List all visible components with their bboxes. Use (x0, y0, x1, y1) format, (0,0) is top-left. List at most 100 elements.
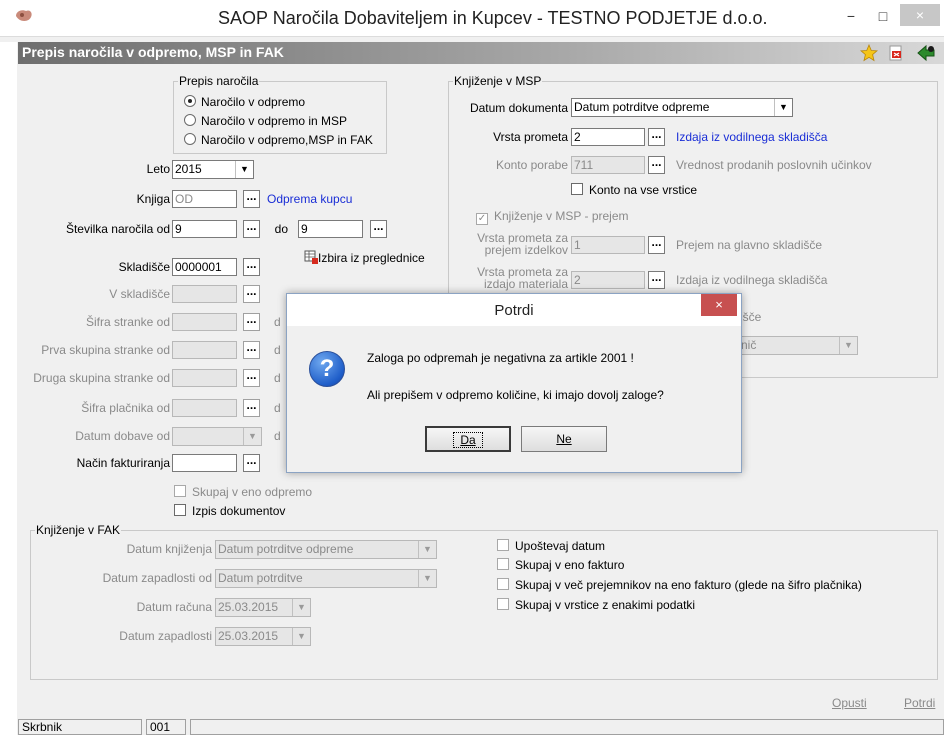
opusti-button[interactable]: Opusti (832, 696, 867, 710)
window-close-button[interactable]: × (900, 4, 940, 26)
vrsta-prometa-description: Izdaja iz vodilnega skladišča (676, 130, 828, 144)
skupaj-odpremo-box[interactable] (174, 485, 186, 497)
sifra-placnika-do-label: d (274, 401, 281, 415)
datum-knjizenja-value: Datum potrditve odpreme (218, 542, 354, 556)
druga-skupina-do-label: d (274, 371, 281, 385)
dialog-yes-button[interactable]: Da (425, 426, 511, 452)
nacin-input[interactable] (172, 454, 237, 472)
radio-odprema-label: Naročilo v odpremo (201, 95, 306, 109)
knjizenje-prejem-checkbox: ✓ Knjiženje v MSP - prejem (476, 209, 629, 225)
datum-dobave-combo: ▼ (172, 427, 262, 446)
vrsta-materiala-lookup-button[interactable]: ... (648, 271, 665, 289)
radio-odprema-msp-label: Naročilo v odpremo in MSP (201, 114, 348, 128)
potrdi-button[interactable]: Potrdi (904, 696, 935, 710)
knjiga-label: Knjiga (136, 192, 170, 206)
upostevaj-datum-checkbox[interactable]: Upoštevaj datum (497, 539, 605, 553)
radio-odprema-msp-fak[interactable]: Naročilo v odpremo,MSP in FAK (184, 133, 373, 147)
chevron-down-icon: ▼ (243, 428, 261, 445)
minimize-button[interactable]: − (838, 6, 864, 26)
vrsta-izdelkov-lookup-button[interactable]: ... (648, 236, 665, 254)
vrsta-izdelkov-input: 1 (571, 236, 645, 254)
izpis-dokumentov-box[interactable] (174, 504, 186, 516)
izpis-dokumentov-label: Izpis dokumentov (192, 504, 286, 518)
sifra-placnika-input (172, 399, 237, 417)
chevron-down-icon[interactable]: ▼ (235, 161, 253, 178)
pdf-icon[interactable] (888, 45, 904, 61)
sifra-stranke-label: Šifra stranke od (85, 315, 170, 329)
dialog-yes-label: Da (453, 432, 483, 448)
prva-skupina-label: Prva skupina stranke od (41, 343, 170, 357)
vrsta-prometa-input[interactable]: 2 (571, 128, 645, 146)
prepis-group-legend: Prepis naročila (179, 74, 259, 88)
datum-zapadlosti-od-label: Datum zapadlosti od (102, 571, 212, 585)
upostevaj-datum-label: Upoštevaj datum (515, 539, 606, 553)
izbira-button[interactable]: Izbira iz preglednice (304, 250, 425, 265)
datum-knjizenja-label: Datum knjiženja (126, 542, 212, 556)
konto-vse-checkbox[interactable]: Konto na vse vrstice (571, 183, 697, 197)
vrsta-materiala-description: Izdaja iz vodilnega skladišča (676, 273, 828, 287)
exit-icon[interactable] (916, 44, 938, 62)
maximize-button[interactable]: □ (870, 6, 896, 26)
druga-skupina-lookup-button: ... (243, 369, 260, 387)
skladisce-input[interactable]: 0000001 (172, 258, 237, 276)
datum-zapadlosti-combo: 25.03.2015 ▼ (215, 627, 311, 646)
konto-porabe-lookup-button[interactable]: ... (648, 156, 665, 174)
star-icon[interactable] (859, 43, 879, 62)
knjiga-lookup-button[interactable]: ... (243, 190, 260, 208)
sifra-stranke-input (172, 313, 237, 331)
radio-odprema-msp-button[interactable] (184, 114, 196, 126)
vrsta-prometa-lookup-button[interactable]: ... (648, 128, 665, 146)
datum-dobave-label: Datum dobave od (75, 429, 170, 443)
datum-dokumenta-combo[interactable]: Datum potrditve odpreme ▼ (571, 98, 793, 117)
radio-odprema-button[interactable] (184, 95, 196, 107)
skupaj-vec-label: Skupaj v več prejemnikov na eno fakturo … (515, 578, 862, 592)
chevron-down-icon: ▼ (839, 337, 857, 354)
dialog-no-button[interactable]: Ne (521, 426, 607, 452)
dialog-no-label: Ne (556, 432, 572, 446)
datum-zapadlosti-label: Datum zapadlosti (119, 629, 212, 643)
nacin-lookup-button[interactable]: ... (243, 454, 260, 472)
skupaj-fakturo-box[interactable] (497, 558, 509, 570)
skupaj-fakturo-checkbox[interactable]: Skupaj v eno fakturo (497, 558, 624, 572)
leto-label: Leto (146, 162, 170, 176)
vrsta-prometa-label: Vrsta prometa (493, 130, 568, 144)
skladisce-lookup-button[interactable]: ... (243, 258, 260, 276)
stevilka-from-lookup-button[interactable]: ... (243, 220, 260, 238)
prva-skupina-do-label: d (274, 343, 281, 357)
sifra-stranke-do-label: d (274, 315, 281, 329)
konto-vse-label: Konto na vse vrstice (589, 183, 698, 197)
left-edge-strip (0, 42, 17, 735)
skupaj-vrstice-box[interactable] (497, 598, 509, 610)
skupaj-vec-checkbox[interactable]: Skupaj v več prejemnikov na eno fakturo … (497, 578, 862, 592)
msp-group-legend: Knjiženje v MSP (454, 74, 542, 88)
radio-odprema-msp-fak-button[interactable] (184, 133, 196, 145)
izpis-dokumentov-checkbox[interactable]: Izpis dokumentov (174, 504, 285, 518)
datum-knjizenja-combo: Datum potrditve odpreme ▼ (215, 540, 437, 559)
skupaj-odpremo-checkbox[interactable]: Skupaj v eno odpremo (174, 485, 312, 499)
status-code: 001 (146, 719, 186, 735)
chevron-down-icon[interactable]: ▼ (774, 99, 792, 116)
knjiga-input[interactable]: OD (172, 190, 237, 208)
status-user: Skrbnik (18, 719, 142, 735)
chevron-down-icon: ▼ (292, 599, 310, 616)
window-title: SAOP Naročila Dobaviteljem in Kupcev - T… (218, 8, 768, 28)
upostevaj-datum-box[interactable] (497, 539, 509, 551)
datum-dokumenta-label: Datum dokumenta (469, 101, 568, 115)
skupaj-vrstice-checkbox[interactable]: Skupaj v vrstice z enakimi podatki (497, 598, 695, 612)
druga-skupina-input (172, 369, 237, 387)
radio-odprema-msp[interactable]: Naročilo v odpremo in MSP (184, 114, 347, 128)
datum-dobave-do-label: d (274, 429, 281, 443)
stevilka-to-lookup-button[interactable]: ... (370, 220, 387, 238)
konto-vse-box[interactable] (571, 183, 583, 195)
dialog-titlebar: Potrdi × (287, 294, 741, 326)
stevilka-from-input[interactable]: 9 (172, 220, 237, 238)
radio-odprema[interactable]: Naročilo v odpremo (184, 95, 305, 109)
knjizenje-prejem-box: ✓ (476, 213, 488, 225)
dialog-title: Potrdi (494, 302, 534, 319)
leto-combo[interactable]: 2015 ▼ (172, 160, 254, 179)
dialog-close-button[interactable]: × (701, 294, 737, 316)
skupaj-vec-box[interactable] (497, 578, 509, 590)
chevron-down-icon: ▼ (418, 541, 436, 558)
nacin-label: Način fakturiranja (76, 456, 170, 470)
stevilka-to-input[interactable]: 9 (298, 220, 363, 238)
